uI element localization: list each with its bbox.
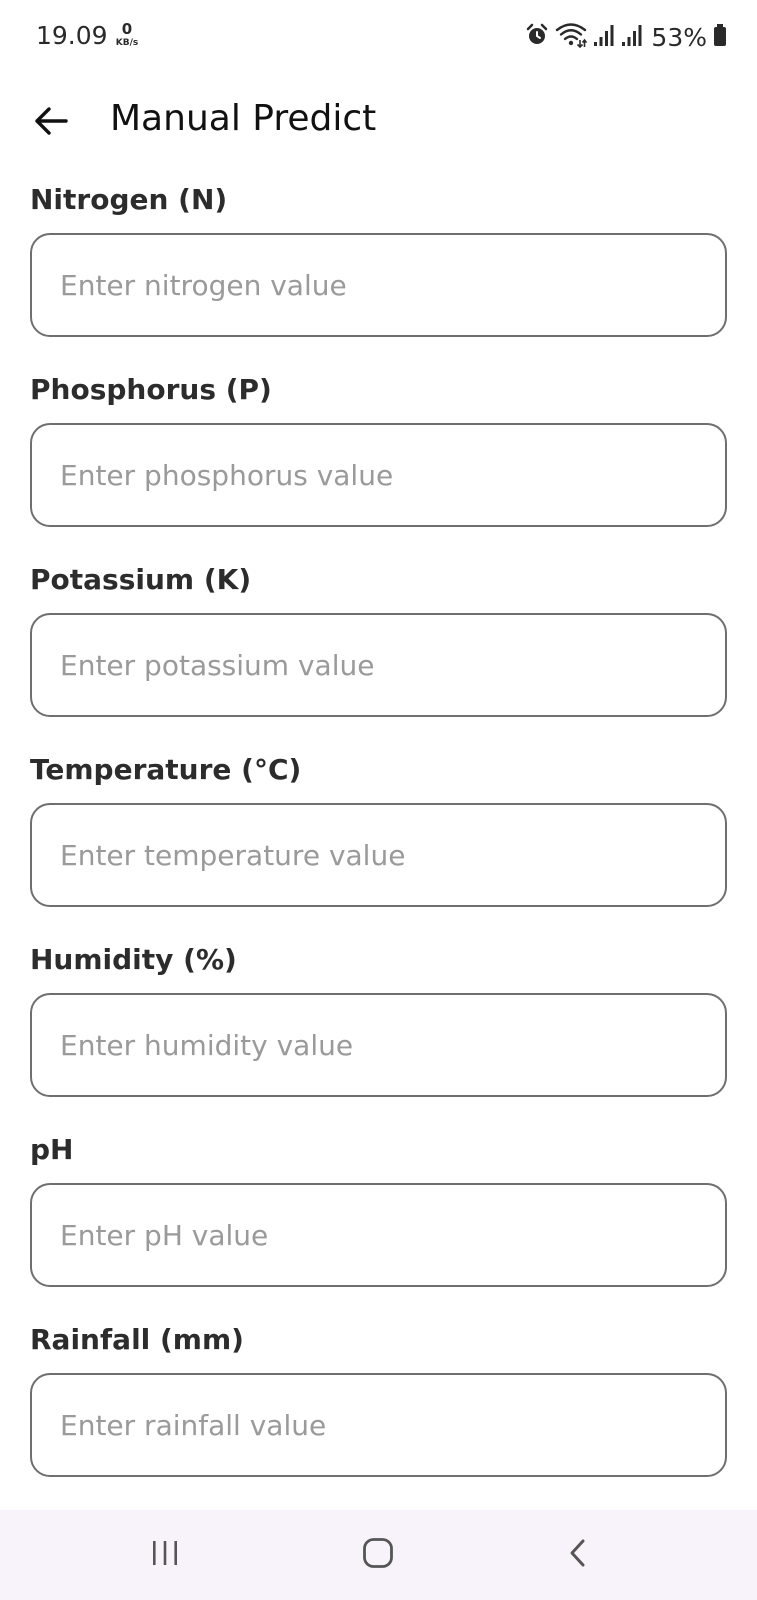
nitrogen-label: Nitrogen (N) (30, 183, 228, 216)
recent-apps-icon (150, 1539, 180, 1571)
home-icon (362, 1537, 394, 1573)
potassium-label: Potassium (K) (30, 563, 252, 596)
recent-apps-button[interactable] (135, 1532, 195, 1578)
status-time: 19.09 (36, 21, 108, 50)
humidity-input[interactable] (30, 993, 727, 1097)
ph-label: pH (30, 1133, 74, 1166)
system-nav-bar (0, 1510, 757, 1600)
phosphorus-input[interactable] (30, 423, 727, 527)
temperature-input[interactable] (30, 803, 727, 907)
signal-icon (593, 23, 615, 51)
phosphorus-label: Phosphorus (P) (30, 373, 272, 406)
network-speed: 0 KB/s (112, 22, 142, 48)
arrow-left-icon (34, 106, 68, 140)
battery-percent: 53% (651, 22, 707, 52)
wifi-icon (555, 22, 588, 52)
page-title: Manual Predict (110, 98, 377, 139)
signal-icon (621, 23, 643, 51)
back-button[interactable] (28, 100, 74, 146)
ph-input[interactable] (30, 1183, 727, 1287)
network-speed-unit: KB/s (115, 38, 139, 48)
app-bar: Manual Predict (0, 84, 757, 160)
rainfall-label: Rainfall (mm) (30, 1323, 244, 1356)
temperature-label: Temperature (°C) (30, 753, 302, 786)
nav-back-button[interactable] (548, 1532, 608, 1578)
rainfall-input[interactable] (30, 1373, 727, 1477)
back-icon (567, 1538, 589, 1572)
manual-predict-form: Nitrogen (N) Phosphorus (P) Potassium (K… (30, 180, 727, 1510)
status-bar: 19.09 0 KB/s 53% (0, 0, 757, 76)
alarm-icon (525, 23, 549, 51)
home-button[interactable] (348, 1532, 408, 1578)
potassium-input[interactable] (30, 613, 727, 717)
network-speed-value: 0 (121, 20, 133, 38)
humidity-label: Humidity (%) (30, 943, 237, 976)
status-icons: 53% (525, 22, 727, 52)
battery-icon (713, 23, 727, 51)
nitrogen-input[interactable] (30, 233, 727, 337)
